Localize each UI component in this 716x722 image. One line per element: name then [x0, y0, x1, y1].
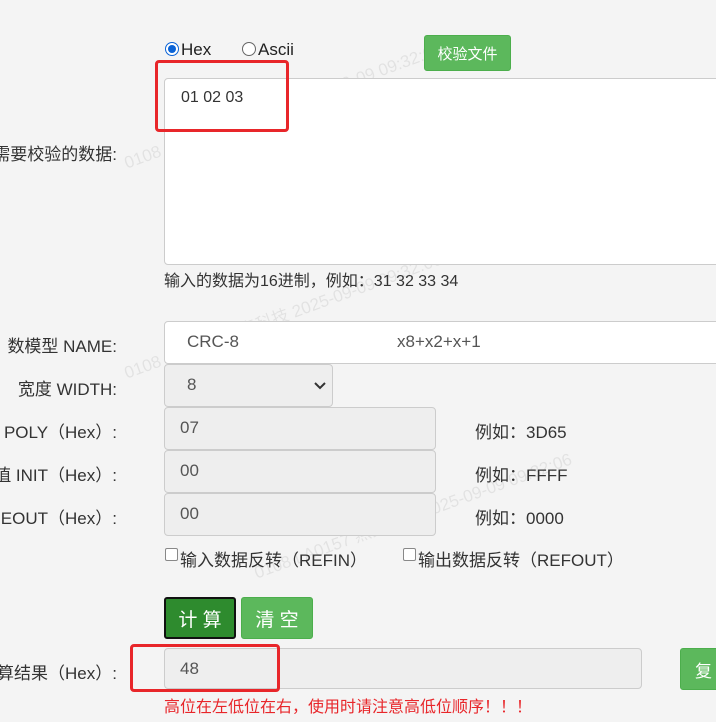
init-value: 00	[180, 461, 199, 480]
refin-label[interactable]: 输入数据反转（REFIN）	[180, 546, 367, 571]
verify-file-button[interactable]: 校验文件	[424, 35, 511, 71]
calculate-button[interactable]: 计 算	[164, 597, 236, 639]
poly-label: POLY（Hex）:	[3, 423, 117, 442]
highlight-box	[155, 60, 289, 132]
model-poly-expr: x8+x2+x+1	[397, 332, 481, 351]
chevron-down-icon	[314, 382, 326, 390]
result-warning: 高位在左低位在右，使用时请注意高低位顺序！！！	[164, 699, 533, 716]
xorout-input[interactable]: 00	[164, 493, 436, 536]
refout-label[interactable]: 输出数据反转（REFOUT）	[418, 546, 624, 571]
poly-example: 例如：3D65	[475, 423, 567, 442]
refout-checkbox[interactable]	[403, 548, 416, 561]
model-label: 数模型 NAME:	[7, 337, 117, 356]
refin-checkbox[interactable]	[165, 548, 178, 561]
hex-radio-label[interactable]: Hex	[181, 40, 211, 60]
data-hint: 输入的数据为16进制，例如：31 32 33 34	[164, 273, 459, 290]
xorout-label: REOUT（Hex）:	[0, 509, 117, 528]
hex-radio[interactable]	[165, 42, 179, 56]
data-input-label: 需要校验的数据:	[0, 145, 117, 164]
ascii-radio-label[interactable]: Ascii	[258, 40, 294, 60]
ascii-radio[interactable]	[242, 42, 256, 56]
poly-value: 07	[180, 418, 199, 437]
model-value: CRC-8	[187, 332, 239, 351]
width-value: 8	[187, 375, 197, 394]
xorout-value: 00	[180, 504, 199, 523]
init-label: 值 INIT（Hex）:	[0, 466, 117, 485]
copy-button[interactable]: 复	[680, 648, 716, 690]
result-label: 算结果（Hex）:	[0, 664, 117, 683]
poly-input[interactable]: 07	[164, 407, 436, 450]
width-label: 宽度 WIDTH:	[17, 380, 117, 399]
init-example: 例如：FFFF	[475, 466, 568, 485]
model-select[interactable]: CRC-8 x8+x2+x+1	[164, 321, 716, 364]
init-input[interactable]: 00	[164, 450, 436, 493]
xorout-example: 例如：0000	[475, 509, 564, 528]
result-highlight-box	[130, 644, 280, 692]
width-select[interactable]: 8	[164, 364, 333, 407]
clear-button[interactable]: 清 空	[241, 597, 313, 639]
